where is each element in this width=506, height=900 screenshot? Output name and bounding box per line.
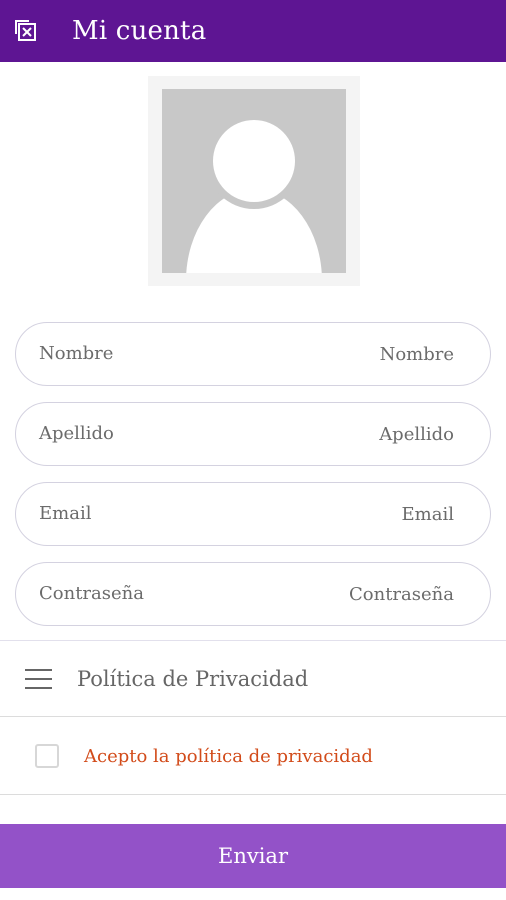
first-name-field[interactable]: Nombre [15,322,491,386]
email-label: Email [39,502,92,524]
password-input[interactable] [232,582,456,606]
accept-policy-label[interactable]: Acepto la política de privacidad [84,746,373,767]
password-field[interactable]: Contraseña [15,562,491,626]
email-input[interactable] [232,502,456,526]
accept-policy-checkbox[interactable] [35,744,59,768]
divider [0,794,506,795]
avatar[interactable] [148,76,360,286]
accept-policy-row: Acepto la política de privacidad [0,718,506,794]
last-name-label: Apellido [39,422,114,444]
page-title: Mi cuenta [72,16,207,46]
avatar-placeholder-image [162,89,346,273]
divider [0,640,506,641]
app-bar: Mi cuenta [0,0,506,62]
privacy-policy-label: Política de Privacidad [77,667,309,691]
password-label: Contraseña [39,582,144,604]
last-name-field[interactable]: Apellido [15,402,491,466]
first-name-label: Nombre [39,342,114,364]
submit-button[interactable]: Enviar [0,824,506,888]
first-name-input[interactable] [232,342,456,366]
divider [0,716,506,717]
menu-icon [25,668,52,690]
email-field[interactable]: Email [15,482,491,546]
privacy-policy-link[interactable]: Política de Privacidad [0,642,506,716]
exit-icon[interactable] [12,17,40,45]
last-name-input[interactable] [232,422,456,446]
